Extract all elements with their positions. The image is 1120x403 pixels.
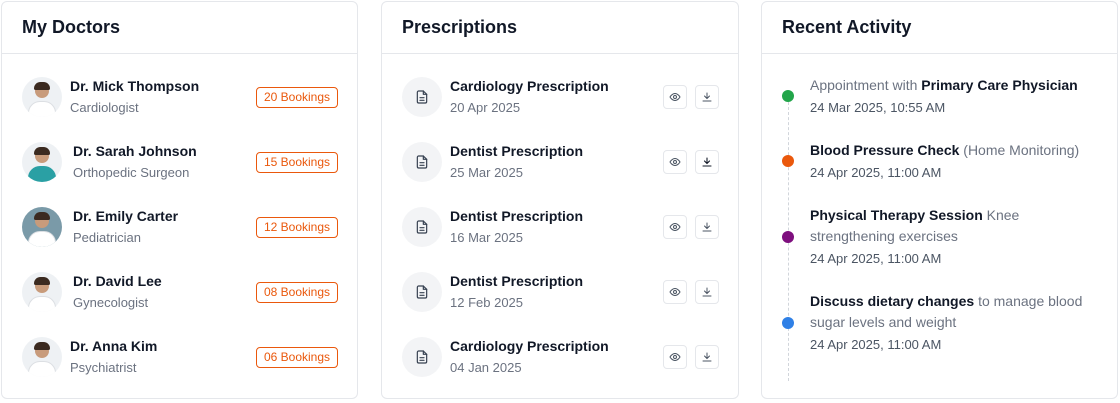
recent-activity-header: Recent Activity [762, 2, 1117, 54]
doctor-name: Dr. Emily Carter [73, 208, 179, 224]
doctor-row[interactable]: Dr. Emily Carter Pediatrician 12 Booking… [22, 205, 338, 249]
doctor-specialty: Cardiologist [70, 100, 139, 115]
prescription-name: Dentist Prescription [450, 208, 584, 224]
file-text-icon [402, 207, 442, 247]
activity-text: Discuss dietary changes to manage blood … [810, 293, 1083, 330]
activity-item: Physical Therapy Session Knee strengthen… [810, 205, 1097, 268]
activity-time: 24 Apr 2025, 11:00 AM [810, 337, 942, 352]
prescription-date: 25 Mar 2025 [450, 165, 523, 180]
eye-icon [669, 222, 681, 232]
prescription-row: Dentist Prescription 12 Feb 2025 [402, 270, 719, 314]
activity-item: Discuss dietary changes to manage blood … [810, 291, 1097, 354]
doctor-name: Dr. David Lee [73, 273, 162, 289]
activity-text: Physical Therapy Session Knee strengthen… [810, 207, 1020, 244]
download-button[interactable] [695, 150, 719, 174]
recent-activity-card: Recent Activity Appointment with Primary… [761, 1, 1118, 399]
doctor-name: Dr. Mick Thompson [70, 78, 200, 94]
prescription-date: 12 Feb 2025 [450, 295, 524, 310]
doctor-row[interactable]: Dr. Sarah Johnson Orthopedic Surgeon 15 … [22, 140, 338, 184]
doctor-avatar [22, 272, 62, 312]
doctor-specialty: Psychiatrist [70, 360, 137, 375]
download-button[interactable] [695, 215, 719, 239]
prescription-row: Dentist Prescription 25 Mar 2025 [402, 140, 719, 184]
activity-dot [782, 90, 794, 102]
activity-dot [782, 317, 794, 329]
prescription-name: Cardiology Prescription [450, 338, 609, 354]
activity-item: Appointment with Primary Care Physician … [810, 75, 1097, 117]
prescription-row: Dentist Prescription 16 Mar 2025 [402, 205, 719, 249]
bookings-badge: 12 Bookings [255, 216, 338, 238]
my-doctors-card: My Doctors Dr. Mick Thompson Cardiologis… [1, 1, 358, 399]
recent-activity-title: Recent Activity [782, 17, 912, 37]
download-icon [702, 92, 712, 102]
doctor-specialty: Pediatrician [73, 230, 141, 245]
my-doctors-title: My Doctors [22, 17, 121, 37]
download-icon [702, 222, 712, 232]
doctor-avatar [22, 142, 62, 182]
activity-dot [782, 231, 794, 243]
view-button[interactable] [663, 280, 687, 304]
activity-item: Blood Pressure Check (Home Monitoring) 2… [810, 140, 1097, 182]
activity-text: Blood Pressure Check (Home Monitoring) [810, 142, 1080, 158]
bookings-badge: 20 Bookings [255, 86, 338, 108]
doctor-row[interactable]: Dr. Mick Thompson Cardiologist 20 Bookin… [22, 75, 338, 119]
activity-dot [782, 155, 794, 167]
view-button[interactable] [663, 150, 687, 174]
download-button[interactable] [695, 280, 719, 304]
download-button[interactable] [695, 345, 719, 369]
activity-time: 24 Apr 2025, 11:00 AM [810, 251, 942, 266]
prescription-date: 04 Jan 2025 [450, 360, 522, 375]
eye-icon [669, 92, 681, 102]
download-icon [702, 157, 712, 167]
prescription-name: Dentist Prescription [450, 273, 584, 289]
prescription-date: 16 Mar 2025 [450, 230, 523, 245]
view-button[interactable] [663, 345, 687, 369]
prescription-date: 20 Apr 2025 [450, 100, 521, 115]
download-icon [702, 287, 712, 297]
prescription-row: Cardiology Prescription 20 Apr 2025 [402, 75, 719, 119]
doctor-specialty: Gynecologist [73, 295, 149, 310]
download-icon [702, 352, 712, 362]
file-text-icon [402, 77, 442, 117]
doctor-name: Dr. Anna Kim [70, 338, 158, 354]
doctor-row[interactable]: Dr. Anna Kim Psychiatrist 06 Bookings [22, 335, 338, 379]
doctor-avatar [22, 77, 62, 117]
bookings-badge: 15 Bookings [255, 151, 338, 173]
bookings-badge: 08 Bookings [255, 281, 338, 303]
view-button[interactable] [663, 85, 687, 109]
bookings-badge: 06 Bookings [255, 346, 338, 368]
activity-time: 24 Apr 2025, 11:00 AM [810, 165, 942, 180]
doctor-avatar [22, 337, 62, 377]
doctor-avatar [22, 207, 62, 247]
download-button[interactable] [695, 85, 719, 109]
activity-time: 24 Mar 2025, 10:55 AM [810, 100, 946, 115]
eye-icon [669, 287, 681, 297]
file-text-icon [402, 142, 442, 182]
doctor-row[interactable]: Dr. David Lee Gynecologist 08 Bookings [22, 270, 338, 314]
doctor-name: Dr. Sarah Johnson [73, 143, 197, 159]
prescriptions-header: Prescriptions [382, 2, 738, 54]
prescriptions-card: Prescriptions Cardiology Prescription 20… [381, 1, 739, 399]
activity-text: Appointment with Primary Care Physician [810, 77, 1078, 93]
prescriptions-title: Prescriptions [402, 17, 518, 37]
eye-icon [669, 157, 681, 167]
file-text-icon [402, 272, 442, 312]
prescription-name: Dentist Prescription [450, 143, 584, 159]
eye-icon [669, 352, 681, 362]
doctor-specialty: Orthopedic Surgeon [73, 165, 190, 180]
my-doctors-header: My Doctors [2, 2, 357, 54]
file-text-icon [402, 337, 442, 377]
prescription-row: Cardiology Prescription 04 Jan 2025 [402, 335, 719, 379]
view-button[interactable] [663, 215, 687, 239]
prescription-name: Cardiology Prescription [450, 78, 609, 94]
